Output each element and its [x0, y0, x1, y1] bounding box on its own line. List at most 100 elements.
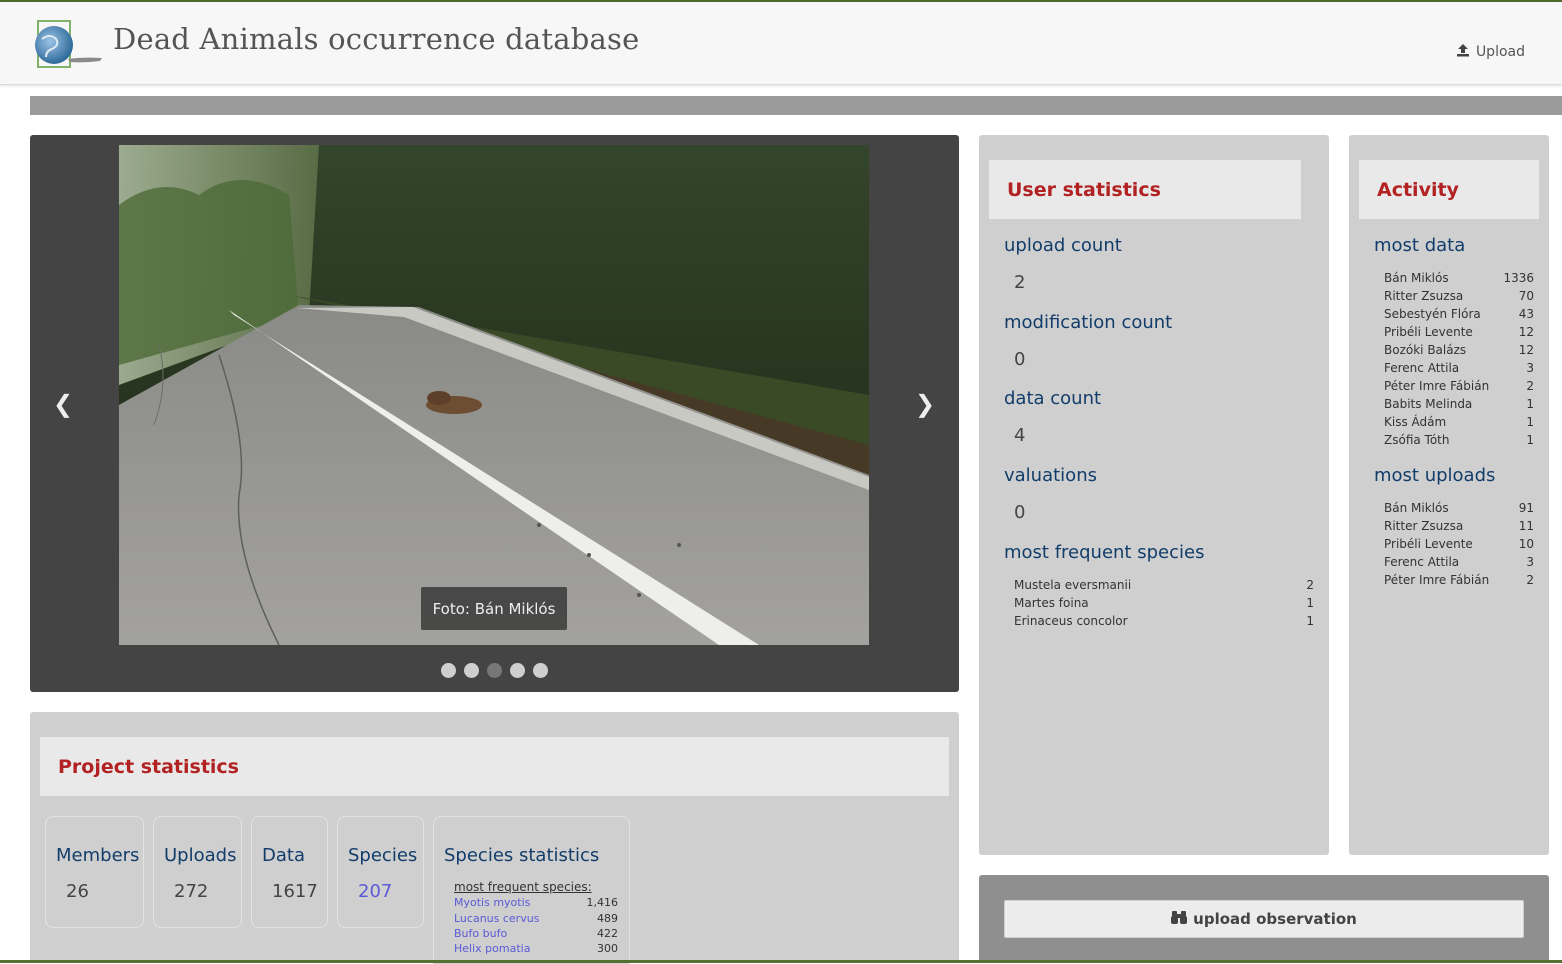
list-item: Ritter Zsuzsa 70 — [1384, 289, 1534, 303]
list-item: Bufo bufo 422 — [454, 927, 618, 940]
data-label: Data — [262, 845, 305, 866]
species-link[interactable]: Helix pomatia — [454, 942, 530, 955]
progress-bar — [30, 96, 1562, 115]
upload-observation-label: upload observation — [1193, 910, 1357, 928]
list-item: Kiss Ádám 1 — [1384, 415, 1534, 429]
user-count: 70 — [1518, 289, 1534, 303]
most-data-label: most data — [1374, 235, 1466, 256]
species-statistics-label: Species statistics — [444, 845, 600, 866]
carousel-dot[interactable] — [464, 663, 479, 678]
upload-link-label: Upload — [1475, 44, 1525, 60]
user-name: Babits Melinda — [1384, 397, 1473, 411]
user-count: 11 — [1518, 519, 1534, 533]
user-count: 91 — [1518, 501, 1534, 515]
user-statistics-title: User statistics — [989, 160, 1301, 219]
user-name: Ritter Zsuzsa — [1384, 289, 1464, 303]
list-item: Ferenc Attila 3 — [1384, 361, 1534, 375]
user-count: 1336 — [1503, 271, 1534, 285]
carousel-dot[interactable] — [510, 663, 525, 678]
upload-count-value: 2 — [1014, 272, 1026, 293]
user-count: 3 — [1526, 361, 1534, 375]
list-item: Bán Miklós 91 — [1384, 501, 1534, 515]
carousel-next-button[interactable]: ❯ — [910, 390, 940, 418]
data-count-label: data count — [1004, 388, 1102, 409]
valuations-value: 0 — [1014, 502, 1026, 523]
data-value: 1617 — [272, 881, 318, 902]
user-count: 2 — [1526, 573, 1534, 587]
valuations-label: valuations — [1004, 465, 1097, 486]
user-name: Zsófia Tóth — [1384, 433, 1450, 447]
list-item: Sebestyén Flóra 43 — [1384, 307, 1534, 321]
site-title[interactable]: Dead Animals occurrence database — [113, 22, 639, 56]
species-link[interactable]: Lucanus cervus — [454, 912, 539, 925]
user-name: Kiss Ádám — [1384, 415, 1447, 429]
members-stat-box: Members 26 — [45, 816, 144, 928]
list-item: Martes foina 1 — [1014, 596, 1314, 610]
list-item: Ritter Zsuzsa 11 — [1384, 519, 1534, 533]
activity-title: Activity — [1359, 160, 1539, 219]
user-name: Pribéli Levente — [1384, 537, 1473, 551]
uploads-label: Uploads — [164, 845, 237, 866]
user-name: Ferenc Attila — [1384, 361, 1460, 375]
list-item: Lucanus cervus 489 — [454, 912, 618, 925]
species-count: 422 — [597, 927, 618, 940]
species-stat-box: Species 207 — [337, 816, 424, 928]
list-item: Bán Miklós 1336 — [1384, 271, 1534, 285]
carousel-dot[interactable] — [441, 663, 456, 678]
carousel-prev-button[interactable]: ❮ — [48, 390, 78, 418]
data-count-value: 4 — [1014, 425, 1026, 446]
activity-panel: Activity most data Bán Miklós 1336 Ritte… — [1349, 135, 1549, 855]
members-label: Members — [56, 845, 140, 866]
species-count-link[interactable]: 207 — [358, 881, 392, 902]
user-statistics-panel: User statistics upload count 2 modificat… — [979, 135, 1329, 855]
uploads-stat-box: Uploads 272 — [153, 816, 242, 928]
user-name: Bozóki Balázs — [1384, 343, 1467, 357]
user-name: Pribéli Levente — [1384, 325, 1473, 339]
carousel-dot[interactable] — [533, 663, 548, 678]
user-name: Sebestyén Flóra — [1384, 307, 1481, 321]
user-name: Bán Miklós — [1384, 271, 1449, 285]
modification-count-value: 0 — [1014, 349, 1026, 370]
list-item: Ferenc Attila 3 — [1384, 555, 1534, 569]
upload-observation-button[interactable]: upload observation — [1004, 900, 1524, 938]
species-name: Martes foina — [1014, 596, 1089, 610]
uploads-value: 272 — [174, 881, 209, 902]
species-name: Mustela eversmanii — [1014, 578, 1132, 592]
carousel-dot-active[interactable] — [487, 663, 502, 678]
user-count: 1 — [1526, 397, 1534, 411]
species-label: Species — [348, 845, 418, 866]
user-count: 43 — [1518, 307, 1534, 321]
most-uploads-label: most uploads — [1374, 465, 1496, 486]
upload-count-label: upload count — [1004, 235, 1122, 256]
list-item: Zsófia Tóth 1 — [1384, 433, 1534, 447]
members-value: 26 — [66, 881, 89, 902]
species-count: 1,416 — [586, 896, 619, 909]
user-name: Péter Imre Fábián — [1384, 379, 1490, 393]
user-count: 1 — [1526, 433, 1534, 447]
binoculars-icon — [1171, 910, 1188, 928]
list-item: Pribéli Levente 12 — [1384, 325, 1534, 339]
user-name: Péter Imre Fábián — [1384, 573, 1490, 587]
list-item: Erinaceus concolor 1 — [1014, 614, 1314, 628]
species-count: 300 — [597, 942, 618, 955]
species-name: Erinaceus concolor — [1014, 614, 1128, 628]
upload-observation-panel: upload observation — [979, 875, 1549, 963]
user-name: Bán Miklós — [1384, 501, 1449, 515]
list-item: Pribéli Levente 10 — [1384, 537, 1534, 551]
species-link[interactable]: Bufo bufo — [454, 927, 507, 940]
upload-link[interactable]: Upload — [1456, 43, 1525, 61]
site-header: Dead Animals occurrence database Upload — [0, 2, 1562, 85]
frequent-species-label: most frequent species — [1004, 542, 1205, 563]
list-item: Péter Imre Fábián 2 — [1384, 573, 1534, 587]
project-statistics-title: Project statistics — [40, 737, 949, 796]
species-link[interactable]: Myotis myotis — [454, 896, 530, 909]
list-item: Myotis myotis 1,416 — [454, 896, 618, 909]
most-frequent-species-heading: most frequent species: — [454, 880, 592, 894]
species-statistics-box: Species statistics most frequent species… — [433, 816, 630, 964]
species-count: 489 — [597, 912, 618, 925]
species-count: 1 — [1306, 614, 1314, 628]
globe-logo-icon[interactable] — [32, 19, 104, 71]
list-item: Péter Imre Fábián 2 — [1384, 379, 1534, 393]
list-item: Helix pomatia 300 — [454, 942, 618, 955]
user-count: 3 — [1526, 555, 1534, 569]
